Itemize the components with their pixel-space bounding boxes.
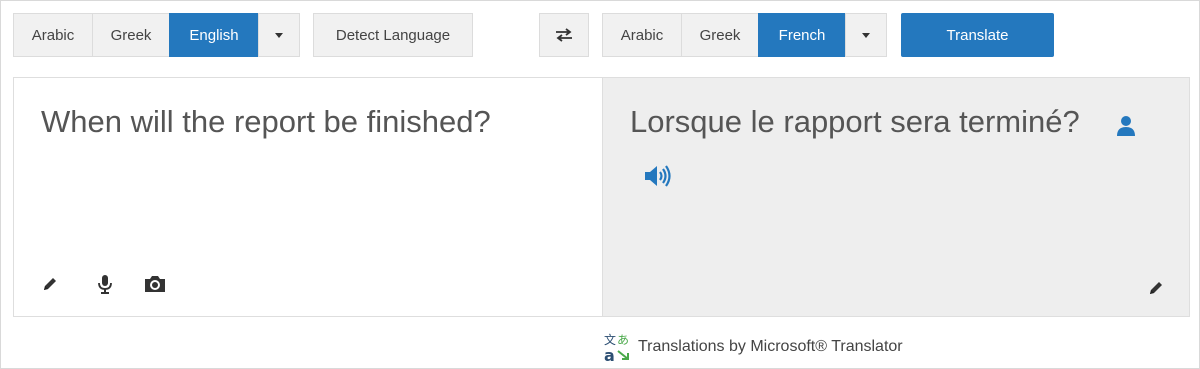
target-lang-arabic[interactable]: Arabic: [602, 13, 681, 57]
pencil-icon: [44, 278, 56, 290]
edit-source-button[interactable]: [40, 274, 60, 294]
camera-button[interactable]: [142, 273, 168, 295]
edit-translation-button[interactable]: [1146, 278, 1166, 298]
microphone-icon: [98, 275, 112, 294]
attribution-footer: 文 あ a Translations by Microsoft® Transla…: [602, 331, 903, 363]
chevron-down-icon: [275, 32, 283, 38]
user-icon: [1117, 116, 1135, 136]
translation-output-panel: Lorsque le rapport sera terminé?: [602, 77, 1190, 317]
target-language-group: Arabic Greek French: [602, 13, 887, 57]
svg-text:あ: あ: [617, 333, 629, 347]
target-lang-french[interactable]: French: [758, 13, 845, 57]
source-lang-greek[interactable]: Greek: [92, 13, 169, 57]
source-lang-dropdown-button[interactable]: [258, 13, 300, 57]
target-lang-greek[interactable]: Greek: [681, 13, 758, 57]
svg-text:文: 文: [604, 332, 616, 347]
source-lang-arabic[interactable]: Arabic: [13, 13, 92, 57]
detect-language-button[interactable]: Detect Language: [313, 13, 473, 57]
attribution-text: Translations by Microsoft® Translator: [638, 338, 903, 355]
target-lang-dropdown-button[interactable]: [845, 13, 887, 57]
source-text-panel[interactable]: When will the report be finished?: [13, 77, 603, 317]
source-text[interactable]: When will the report be finished?: [41, 104, 491, 140]
listen-button[interactable]: [643, 164, 673, 188]
speaker-icon: [645, 165, 671, 187]
translate-button[interactable]: Translate: [901, 13, 1054, 57]
source-lang-english[interactable]: English: [169, 13, 258, 57]
user-button[interactable]: [1115, 114, 1137, 138]
svg-text:a: a: [604, 346, 615, 363]
pencil-icon: [1150, 282, 1162, 294]
chevron-down-icon: [862, 32, 870, 38]
swap-arrows-icon: [556, 28, 572, 42]
swap-languages-button[interactable]: [539, 13, 589, 57]
translator-logo-icon: 文 あ a: [604, 332, 629, 363]
microphone-button[interactable]: [95, 273, 115, 295]
source-language-group: Arabic Greek English: [13, 13, 300, 57]
camera-icon: [145, 276, 165, 292]
translated-text: Lorsque le rapport sera terminé?: [630, 104, 1080, 139]
